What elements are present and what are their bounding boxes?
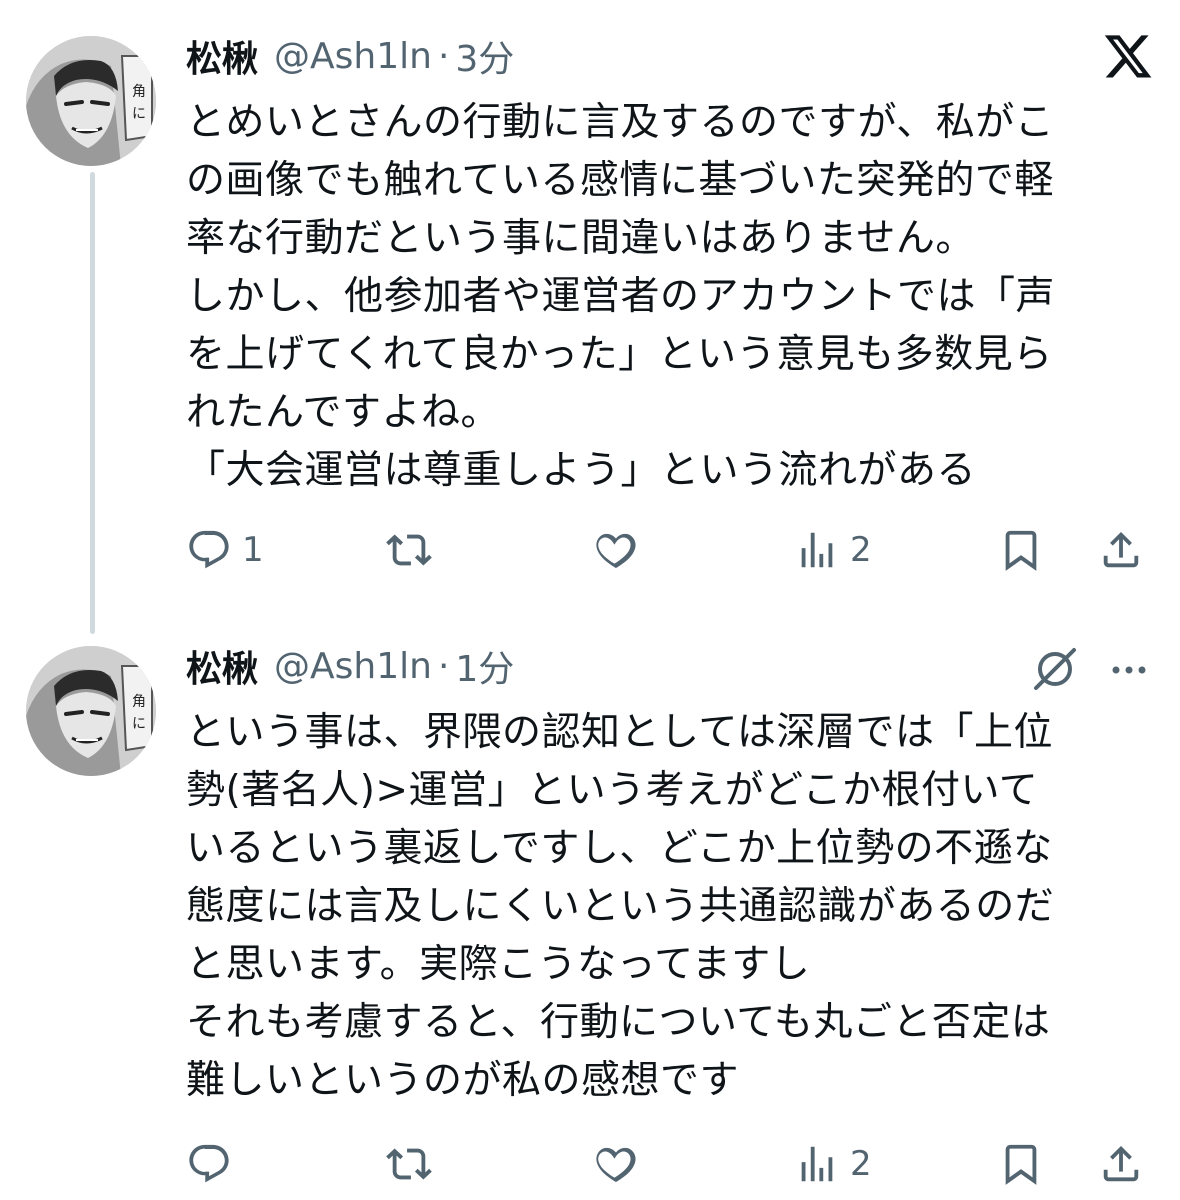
- tweet-text-line: の画像でも触れている感情に基づいた突発的で軽: [186, 158, 1054, 203]
- speech-bubble-icon: [189, 1144, 229, 1183]
- tweet-text-line: という事は、界隈の認知としては深層では「上位: [186, 710, 1054, 755]
- tweet-text-line: 態度には言及しにくいという共通認識があるのだ: [186, 884, 1055, 929]
- bookmark-icon: [1005, 1144, 1037, 1185]
- timestamp[interactable]: 1分: [455, 640, 514, 692]
- timestamp[interactable]: 3分: [455, 30, 514, 82]
- tweet-text-line: いるという裏返しですし、どこか上位勢の不遜な: [186, 826, 1053, 871]
- view-count: 2: [850, 1144, 872, 1184]
- tweet-text: とめいとさんの行動に言及するのですが、私がこ の画像でも触れている感情に基づいた…: [186, 94, 1146, 500]
- author-name[interactable]: 松楸: [186, 640, 258, 692]
- view-count: 2: [850, 530, 872, 570]
- retweet-button[interactable]: [386, 1134, 442, 1194]
- like-button[interactable]: [592, 1134, 648, 1194]
- bar-chart-icon: [801, 532, 833, 568]
- author-name[interactable]: 松楸: [186, 30, 258, 82]
- avatar-manga-portrait: 角 に: [26, 646, 156, 776]
- retweet-arrows-icon: [386, 1148, 432, 1180]
- tweet-text-line: 率な行動だという事に間違いはありません。: [186, 216, 975, 261]
- views-button[interactable]: 2: [794, 1134, 872, 1194]
- retweet-button[interactable]: [386, 520, 442, 580]
- meta-separator: ·: [437, 645, 450, 687]
- x-logo-icon: [1102, 30, 1154, 82]
- tweet-text-line: 難しいというのが私の感想です: [186, 1058, 740, 1103]
- tweet-text-line: しかし、他参加者や運営者のアカウントでは「声: [186, 274, 1056, 319]
- svg-text:角: 角: [132, 694, 146, 710]
- tweet-text-line: を上げてくれて良かった」という意見も多数見ら: [186, 332, 1053, 377]
- ellipsis-icon[interactable]: [1104, 650, 1154, 690]
- tweet-text-line: れたんですよね。: [186, 390, 501, 435]
- heart-icon: [596, 533, 636, 569]
- bar-chart-icon: [801, 1146, 833, 1182]
- grok-slash-icon[interactable]: [1030, 644, 1080, 694]
- reply-count: 1: [242, 530, 264, 570]
- tweet-text-line: 「大会運営は尊重しよう」という流れがある: [186, 448, 977, 493]
- share-upload-icon: [1103, 1145, 1139, 1182]
- avatar[interactable]: 角 に: [26, 646, 156, 776]
- avatar-manga-portrait: 角 に: [26, 36, 156, 166]
- reply-button[interactable]: 1: [186, 520, 264, 580]
- tweet-text-line: と思います。実際こうなってますし: [186, 942, 811, 987]
- views-button[interactable]: 2: [794, 520, 872, 580]
- meta-separator: ·: [437, 35, 450, 77]
- tweet-text: という事は、界隈の認知としては深層では「上位 勢(著名人)>運営」という考えがど…: [186, 704, 1146, 1110]
- avatar[interactable]: 角 に: [26, 36, 156, 166]
- bookmark-button[interactable]: [998, 520, 1044, 580]
- svg-text:角: 角: [132, 84, 146, 100]
- svg-text:に: に: [132, 106, 146, 122]
- bookmark-icon: [1005, 530, 1037, 571]
- share-button[interactable]: [1098, 1134, 1144, 1194]
- author-handle[interactable]: @Ash1ln: [274, 646, 432, 687]
- thread-connector-line: [90, 172, 95, 634]
- tweet-text-line: 勢(著名人)>運営」という考えがどこか根付いて: [186, 768, 1039, 813]
- action-bar: 1 2: [186, 520, 1156, 580]
- reply-button[interactable]: [186, 1134, 242, 1194]
- tweet-text-line: それも考慮すると、行動についても丸ごと否定は: [186, 1000, 1051, 1045]
- action-bar: 2: [186, 1134, 1156, 1194]
- heart-icon: [596, 1147, 636, 1183]
- share-upload-icon: [1103, 531, 1139, 568]
- share-button[interactable]: [1098, 520, 1144, 580]
- retweet-arrows-icon: [386, 534, 432, 566]
- speech-bubble-icon: [189, 530, 229, 569]
- bookmark-button[interactable]: [998, 1134, 1044, 1194]
- svg-text:に: に: [132, 716, 146, 732]
- like-button[interactable]: [592, 520, 648, 580]
- tweet-text-line: とめいとさんの行動に言及するのですが、私がこ: [186, 100, 1055, 145]
- author-handle[interactable]: @Ash1ln: [274, 36, 432, 77]
